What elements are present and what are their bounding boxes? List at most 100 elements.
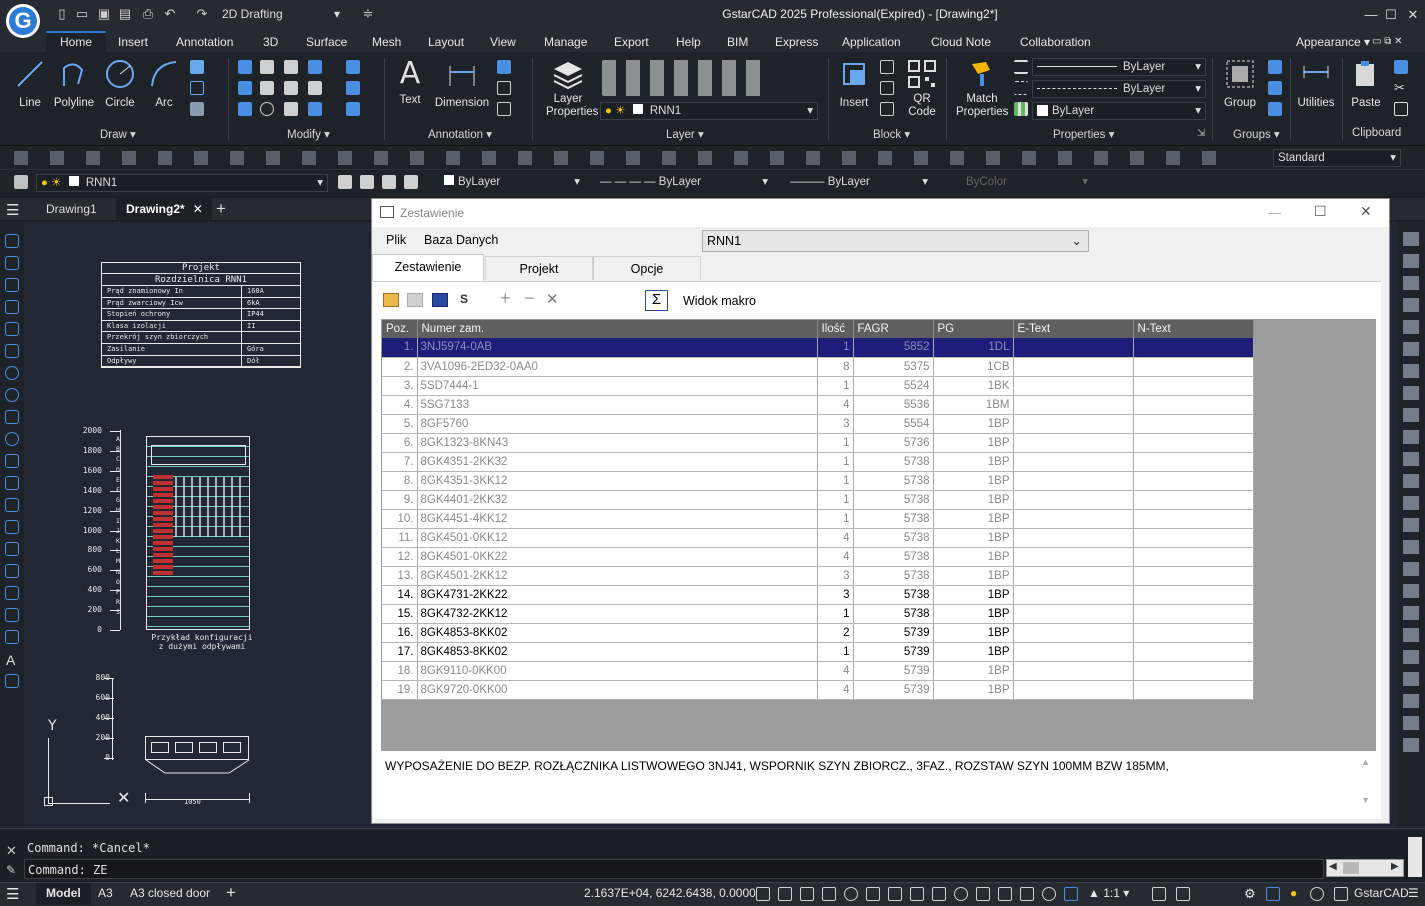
lineweight-combo[interactable]: ByLayer ▾ [1032,102,1206,120]
layout-tab-a3[interactable]: A3 [98,886,113,900]
tab-surface[interactable]: Surface [306,33,347,51]
cell-e-text[interactable] [1013,338,1134,358]
polyline-button[interactable]: Polyline [50,58,98,109]
cell-ilosc[interactable]: 1 [817,471,854,491]
cell-numer-zam[interactable]: 3VA1096-2ED32-0AA0 [417,357,818,377]
cell-fagr[interactable]: 5524 [853,376,934,396]
cell-ilosc[interactable]: 4 [817,547,854,567]
table-row[interactable]: 4. 5SG7133 4 5536 1BM [382,395,1254,415]
annotation-visibility-icon[interactable] [998,887,1012,901]
tab-bim[interactable]: BIM [727,33,748,51]
cell-fagr[interactable]: 5736 [853,433,934,453]
region-tool-icon[interactable] [5,586,19,600]
col-header-numer[interactable]: Numer zam. [417,320,818,338]
cell-poz[interactable]: 17. [382,642,418,662]
polygon-tool-icon[interactable] [5,300,19,314]
layer-dropdown[interactable]: ● ☀ RNN1 ▾ [36,174,328,192]
cell-pg[interactable]: 1BP [933,585,1014,605]
cell-e-text[interactable] [1013,547,1134,567]
cell-poz[interactable]: 16. [382,623,418,643]
match-properties-button[interactable]: Match Properties [952,58,1012,119]
units-icon[interactable] [1176,887,1190,901]
utilities-button[interactable]: Utilities [1294,58,1338,109]
insert-block-button[interactable]: Insert [834,58,874,109]
cell-e-text[interactable] [1013,433,1134,453]
cell-fagr[interactable]: 5536 [853,395,934,415]
mirror-icon[interactable] [284,60,298,74]
menu-baza-danych[interactable]: Baza Danych [424,233,498,247]
horizontal-scrollbar[interactable]: ◀ ▶ [1326,859,1404,877]
cell-poz[interactable]: 15. [382,604,418,624]
command-input[interactable]: Command: ZE [24,859,1324,879]
stretch-icon[interactable] [260,81,274,95]
table-row[interactable]: 17. 8GK4853-8KK02 1 5739 1BP [382,642,1254,662]
cell-pg[interactable]: 1BK [933,376,1014,396]
cell-numer-zam[interactable]: 3NJ5974-0AB [417,338,818,358]
cell-fagr[interactable]: 5852 [853,338,934,358]
arc-tool-icon[interactable] [5,344,19,358]
cell-n-text[interactable] [1133,338,1254,358]
erase-icon[interactable] [238,60,252,74]
cell-e-text[interactable] [1013,623,1134,643]
workspace-select[interactable]: 2D Drafting ▾ [222,5,350,23]
table-row[interactable]: 8. 8GK4351-3KK12 1 5738 1BP [382,471,1254,491]
cell-n-text[interactable] [1133,376,1254,396]
tab-home[interactable]: Home [46,31,107,52]
cell-e-text[interactable] [1013,376,1134,396]
macro-view-label[interactable]: Widok makro [683,294,756,308]
insert-block-tool-icon[interactable] [5,476,19,490]
table-tool-icon[interactable] [5,630,19,644]
cell-numer-zam[interactable]: 8GK4501-2KK12 [417,566,818,586]
table-row[interactable]: 19. 8GK9720-0KK00 4 5739 1BP [382,680,1254,700]
table-row[interactable]: 6. 8GK1323-8KN43 1 5736 1BP [382,433,1254,453]
tab-opcje[interactable]: Opcje [593,256,701,280]
grid-display-icon[interactable] [756,887,770,901]
properties-group-label[interactable]: Properties ▾ [1053,127,1114,141]
status-menu-icon[interactable]: ☰ [1408,886,1419,900]
table-row[interactable]: 9. 8GK4401-2KK32 1 5738 1BP [382,490,1254,510]
cell-fagr[interactable]: 5739 [853,680,934,700]
cell-e-text[interactable] [1013,661,1134,681]
cell-n-text[interactable] [1133,547,1254,567]
cell-ilosc[interactable]: 1 [817,642,854,662]
qr-code-button[interactable]: QR Code [902,58,942,119]
col-header-pg[interactable]: PG [933,320,1014,338]
group-edit-icon[interactable] [1268,81,1282,95]
tab-export[interactable]: Export [614,33,649,51]
cell-poz[interactable]: 8. [382,471,418,491]
col-header-etext[interactable]: E-Text [1013,320,1134,338]
lineweight-display-icon[interactable] [910,887,924,901]
cell-fagr[interactable]: 5738 [853,604,934,624]
hamburger-menu-icon[interactable]: ☰ [6,201,19,219]
ortho-icon[interactable] [800,887,814,901]
cell-e-text[interactable] [1013,566,1134,586]
line-weight-icon[interactable] [1014,60,1028,74]
cell-e-text[interactable] [1013,642,1134,662]
vertical-scrollbar[interactable] [1408,837,1422,877]
doc-tab-drawing2[interactable]: Drawing2* ✕ [116,198,212,220]
selection-cycling-icon[interactable] [954,887,968,901]
cell-numer-zam[interactable]: 8GK4501-0KK12 [417,528,818,548]
tab-express[interactable]: Express [775,33,818,51]
make-block-tool-icon[interactable] [5,498,19,512]
annotation-group-label[interactable]: Annotation ▾ [428,127,492,141]
copy-icon[interactable] [260,60,274,74]
save-icon[interactable]: ▣ [96,6,112,22]
tab-application[interactable]: Application [842,33,901,51]
cell-poz[interactable]: 9. [382,490,418,510]
linear-dim-icon[interactable] [497,102,511,116]
linetype-dropdown[interactable]: — — — — ByLayer ▾ [596,174,772,192]
save-as-icon[interactable]: ▤ [117,6,133,22]
cell-fagr[interactable]: 5738 [853,509,934,529]
cell-ilosc[interactable]: 4 [817,395,854,415]
cell-fagr[interactable]: 5738 [853,528,934,548]
toolbar-icons-strip[interactable] [0,146,1250,170]
cell-poz[interactable]: 1. [382,338,418,358]
cell-ilosc[interactable]: 2 [817,623,854,643]
cell-pg[interactable]: 1BP [933,471,1014,491]
cell-ilosc[interactable]: 3 [817,585,854,605]
line-tool-icon[interactable] [5,234,19,248]
cell-fagr[interactable]: 5554 [853,414,934,434]
cell-n-text[interactable] [1133,509,1254,529]
close-tab-icon[interactable]: ✕ [193,202,203,216]
